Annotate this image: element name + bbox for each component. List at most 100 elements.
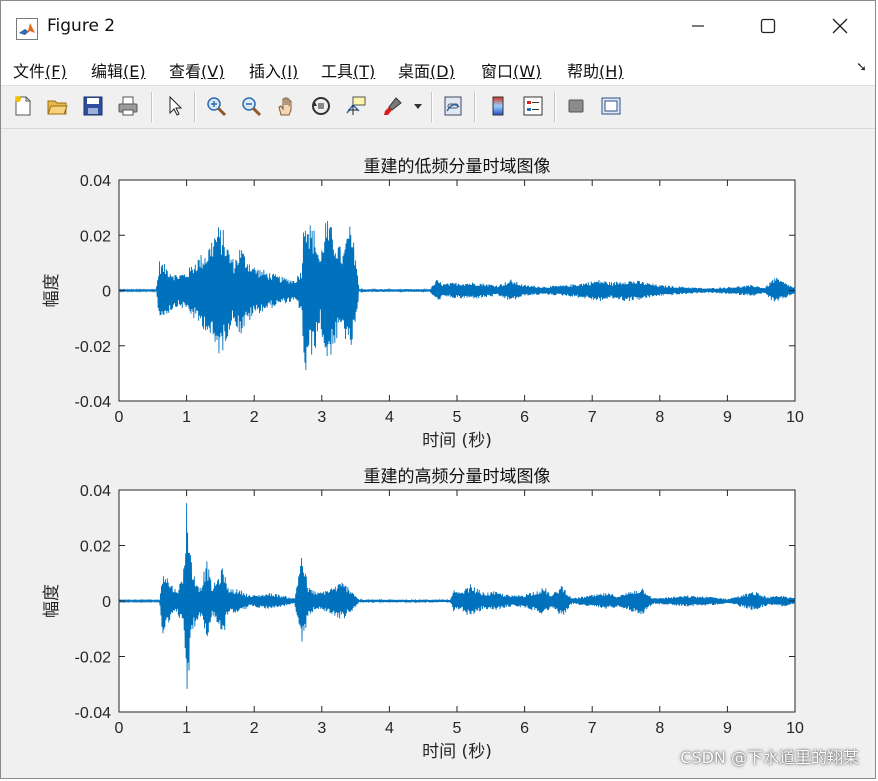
edit-plot-button[interactable]	[163, 94, 187, 118]
x-tick-label: 4	[385, 409, 394, 426]
x-tick-label: 0	[115, 409, 124, 426]
title-bar[interactable]: Figure 2	[1, 1, 875, 51]
menu-view[interactable]: 查看(V)	[169, 58, 224, 82]
menu-edit[interactable]: 编辑(E)	[91, 58, 146, 82]
toolbar-separator	[474, 92, 476, 122]
close-icon	[832, 18, 848, 34]
brush-dropdown-button[interactable]	[411, 94, 425, 118]
menu-edit-label: 编辑	[91, 62, 124, 81]
menu-view-label: 查看	[169, 62, 202, 81]
x-tick-label: 1	[182, 409, 191, 426]
menu-desktop[interactable]: 桌面(D)	[398, 58, 455, 82]
hide-plot-tools-button[interactable]	[564, 94, 588, 118]
minimize-icon	[692, 25, 704, 27]
y-tick-label: -0.02	[75, 339, 112, 356]
menu-bar: 文件(F) 编辑(E) 查看(V) 插入(I) 工具(T) 桌面(D) 窗口(W…	[1, 51, 875, 86]
zoom-in-button[interactable]	[204, 94, 228, 118]
figure-toolbar	[1, 86, 875, 129]
menu-window[interactable]: 窗口(W)	[481, 58, 541, 82]
axes-title: 重建的高频分量时域图像	[364, 467, 551, 487]
hide-plot-tools-icon	[568, 99, 584, 113]
close-button[interactable]	[805, 1, 875, 51]
menu-file[interactable]: 文件(F)	[13, 58, 67, 82]
insert-colorbar-button[interactable]	[486, 94, 510, 118]
y-tick-label: 0	[102, 284, 111, 301]
menu-tools-mnemonic: (T)	[353, 62, 376, 81]
save-icon	[83, 96, 103, 116]
plots-canvas: 0 1 2 3 4 5 6 7 8 9 10 0.04 0.02 0 -0.02 -0.04 重建的低频分量时域…	[42, 157, 804, 762]
x-tick-label: 8	[655, 720, 664, 737]
menu-help-label: 帮助	[567, 62, 600, 81]
window-title: Figure 2	[47, 16, 116, 36]
y-tick-label: 0.02	[80, 228, 111, 245]
menu-desktop-label: 桌面	[398, 62, 431, 81]
print-icon	[118, 96, 138, 116]
x-tick-label: 6	[520, 409, 529, 426]
link-plot-button[interactable]	[441, 94, 465, 118]
edit-plot-arrow-icon	[169, 95, 183, 116]
axes-1[interactable]: 0 1 2 3 4 5 6 7 8 9 10 0.04 0.02 0 -0.02 -0.04 重建的低频分量时域…	[42, 157, 804, 451]
new-figure-button[interactable]	[11, 94, 35, 118]
x-axis-label: 时间 (秒)	[422, 742, 492, 762]
maximize-icon	[760, 18, 776, 34]
x-tick-label: 3	[317, 720, 326, 737]
menu-desktop-mnemonic: (D)	[430, 62, 455, 81]
menu-insert-label: 插入	[249, 62, 282, 81]
x-tick-label: 9	[723, 720, 732, 737]
new-figure-icon	[15, 96, 31, 116]
open-file-icon	[47, 100, 68, 115]
zoom-out-button[interactable]	[239, 94, 263, 118]
toolbar-separator	[554, 92, 556, 122]
pan-button[interactable]	[274, 94, 298, 118]
maximize-button[interactable]	[733, 1, 803, 51]
zoom-out-icon	[242, 97, 262, 117]
rotate-3d-icon	[312, 97, 330, 115]
menu-view-mnemonic: (V)	[201, 62, 225, 81]
x-tick-label: 5	[453, 409, 462, 426]
menu-tools-label: 工具	[321, 62, 354, 81]
toolbar-separator	[194, 92, 196, 122]
toolbar-separator	[151, 92, 153, 122]
brush-icon	[384, 97, 402, 115]
y-axis-label: 幅度	[42, 274, 62, 308]
y-tick-label: -0.04	[75, 394, 112, 411]
open-file-button[interactable]	[45, 94, 69, 118]
watermark: CSDN @下水道里的翔某	[680, 748, 859, 767]
x-tick-label: 2	[250, 720, 259, 737]
toolbar-separator	[431, 92, 433, 122]
x-tick-label: 7	[588, 409, 597, 426]
pan-hand-icon	[278, 97, 292, 116]
menu-file-mnemonic: (F)	[45, 62, 67, 81]
menu-window-label: 窗口	[481, 62, 514, 81]
brush-button[interactable]	[381, 94, 405, 118]
data-cursor-icon	[346, 96, 366, 115]
rotate-3d-button[interactable]	[309, 94, 333, 118]
menu-tools[interactable]: 工具(T)	[321, 58, 375, 82]
menu-help[interactable]: 帮助(H)	[567, 58, 624, 82]
link-plot-icon	[444, 96, 462, 116]
legend-icon	[523, 96, 543, 116]
x-tick-label: 8	[655, 409, 664, 426]
dock-arrow-icon[interactable]: ➘	[856, 60, 867, 75]
x-tick-label: 10	[786, 720, 804, 737]
print-button[interactable]	[116, 94, 140, 118]
menu-help-mnemonic: (H)	[599, 62, 624, 81]
menu-window-mnemonic: (W)	[513, 62, 542, 81]
x-tick-label: 3	[317, 409, 326, 426]
minimize-button[interactable]	[663, 1, 733, 51]
show-plot-tools-button[interactable]	[599, 94, 623, 118]
zoom-in-icon	[207, 97, 227, 117]
y-axis-label: 幅度	[42, 584, 62, 618]
y-tick-label: 0.04	[80, 483, 111, 500]
data-cursor-button[interactable]	[344, 94, 368, 118]
axes-2[interactable]: 0 1 2 3 4 5 6 7 8 9 10 0.04 0.02 0 -0.02 -0.04 重建的高频分量时域…	[42, 467, 804, 762]
axes-title: 重建的低频分量时域图像	[364, 157, 551, 177]
insert-legend-button[interactable]	[521, 94, 545, 118]
x-tick-label: 0	[115, 720, 124, 737]
x-tick-label: 2	[250, 409, 259, 426]
x-axis-label: 时间 (秒)	[422, 431, 492, 451]
x-tick-label: 7	[588, 720, 597, 737]
menu-insert[interactable]: 插入(I)	[249, 58, 298, 82]
save-button[interactable]	[81, 94, 105, 118]
x-tick-label: 10	[786, 409, 804, 426]
